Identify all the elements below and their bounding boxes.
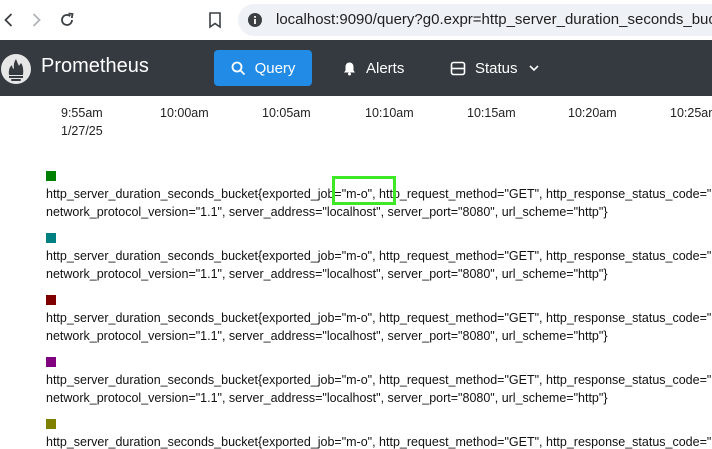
reload-icon[interactable] [54, 7, 80, 33]
alerts-nav-label: Alerts [366, 59, 405, 77]
search-icon [231, 61, 245, 75]
bell-icon [344, 62, 355, 75]
x-tick-label: 10:05am [262, 106, 311, 120]
alerts-nav-button[interactable]: Alerts [332, 50, 422, 86]
site-info-icon[interactable] [246, 11, 264, 29]
legend-label-line2: network_protocol_version="1.1", server_a… [46, 267, 608, 281]
legend-label-line1: http_server_duration_seconds_bucket{expo… [46, 249, 712, 263]
legend-swatch [46, 171, 56, 181]
highlight-box [332, 176, 396, 205]
legend-swatch [46, 233, 56, 243]
prometheus-navbar: Prometheus Query Alerts Status [0, 40, 712, 96]
legend-swatch [46, 357, 56, 367]
x-tick-label: 9:55am [61, 106, 103, 120]
url-text: localhost:9090/query?g0.expr=http_server… [276, 11, 712, 28]
back-icon[interactable] [0, 7, 22, 33]
x-tick-label: 10:15am [467, 106, 516, 120]
legend-swatch [46, 295, 56, 305]
query-nav-label: Query [254, 59, 296, 77]
legend-label-line1: http_server_duration_seconds_bucket{expo… [46, 435, 712, 449]
x-tick-label: 10:25am [670, 106, 712, 120]
status-nav-label: Status [475, 59, 518, 77]
browser-toolbar: localhost:9090/query?g0.expr=http_server… [0, 0, 712, 40]
x-tick-label: 10:10am [365, 106, 414, 120]
x-tick-label: 10:20am [568, 106, 617, 120]
legend-label-line2: network_protocol_version="1.1", server_a… [46, 205, 608, 219]
legend-label-line1: http_server_duration_seconds_bucket{expo… [46, 373, 712, 387]
legend-label-line1: http_server_duration_seconds_bucket{expo… [46, 311, 712, 325]
legend-label-line2: network_protocol_version="1.1", server_a… [46, 391, 608, 405]
status-nav-dropdown[interactable]: Status [440, 50, 550, 86]
address-bar[interactable]: localhost:9090/query?g0.expr=http_server… [238, 4, 712, 36]
query-nav-button[interactable]: Query [214, 50, 312, 86]
forward-icon[interactable] [23, 7, 49, 33]
prometheus-logo[interactable] [0, 53, 32, 85]
x-tick-label: 10:00am [160, 106, 209, 120]
legend-label-line2: network_protocol_version="1.1", server_a… [46, 329, 608, 343]
chevron-down-icon [528, 65, 539, 72]
legend-swatch [46, 419, 56, 429]
server-icon [450, 61, 466, 75]
x-tick-date: 1/27/25 [61, 124, 103, 138]
brand-name[interactable]: Prometheus [41, 55, 149, 78]
bookmark-icon[interactable] [202, 7, 228, 33]
